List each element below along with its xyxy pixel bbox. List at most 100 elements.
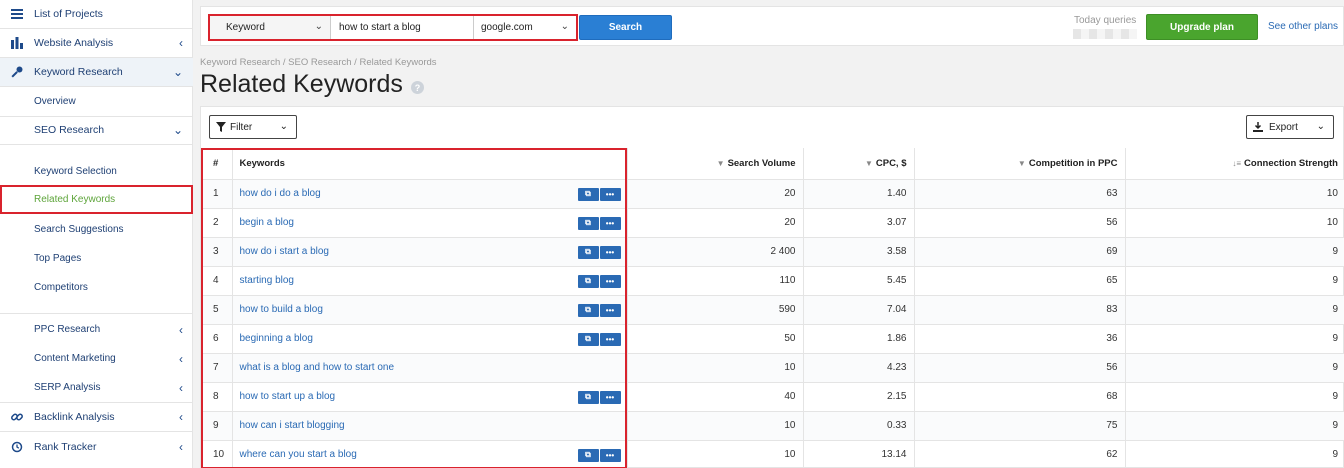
sidebar-item-label: Content Marketing — [34, 353, 116, 364]
cpc-cell: 1.40 — [803, 179, 915, 209]
sort-desc-icon: ▼ — [864, 158, 873, 168]
compare-icon[interactable]: ⧉ — [577, 303, 599, 317]
sidebar-item-seo-research[interactable]: SEO Research ⌄ — [0, 116, 193, 145]
compare-icon[interactable]: ⧉ — [577, 245, 599, 259]
column-header-number: # — [201, 148, 233, 180]
search-type-select[interactable]: Keyword ⌄ — [210, 16, 331, 39]
competition-cell: 69 — [914, 237, 1126, 267]
more-options-icon[interactable]: ••• — [599, 187, 621, 201]
row-number: 10 — [201, 440, 233, 468]
column-header-keywords[interactable]: Keywords — [232, 148, 628, 180]
keyword-cell: how to start up a blog ⧉ ••• — [232, 382, 628, 412]
competition-cell: 65 — [914, 266, 1126, 296]
keyword-link[interactable]: begin a blog — [240, 217, 295, 228]
column-header-competition[interactable]: ▼ Competition in PPC — [914, 148, 1126, 180]
keyword-cell: what is a blog and how to start one — [232, 353, 628, 383]
competition-cell: 75 — [914, 411, 1126, 441]
more-options-icon[interactable]: ••• — [599, 216, 621, 230]
search-volume-cell: 50 — [627, 324, 804, 354]
sidebar-item-keyword-selection[interactable]: Keyword Selection — [0, 157, 193, 186]
column-header-search-volume[interactable]: ▼ Search Volume — [627, 148, 804, 180]
table-row: 10 where can you start a blog ⧉ ••• 10 13.14 6… — [201, 440, 1344, 468]
keyword-cell: how do i do a blog ⧉ ••• — [232, 179, 628, 209]
link-icon — [10, 410, 24, 424]
cpc-cell: 0.33 — [803, 411, 915, 441]
see-other-plans-link[interactable]: See other plans — [1268, 21, 1338, 32]
connection-strength-cell: 10 — [1125, 179, 1344, 209]
keyword-cell: how do i start a blog ⧉ ••• — [232, 237, 628, 267]
sidebar: List of Projects Website Analysis ‹ Keyw… — [0, 0, 193, 468]
chevron-left-icon: ‹ — [179, 410, 183, 424]
keyword-cell: begin a blog ⧉ ••• — [232, 208, 628, 238]
row-number: 5 — [201, 295, 233, 325]
row-number: 1 — [201, 179, 233, 209]
column-header-cpc[interactable]: ▼ CPC, $ — [803, 148, 915, 180]
sidebar-item-label: Keyword Selection — [34, 166, 117, 177]
search-button[interactable]: Search — [579, 15, 672, 40]
compare-icon[interactable]: ⧉ — [577, 332, 599, 346]
keyword-link[interactable]: what is a blog and how to start one — [240, 362, 395, 373]
sidebar-item-list-of-projects[interactable]: List of Projects — [0, 0, 193, 29]
upgrade-plan-button[interactable]: Upgrade plan — [1146, 14, 1258, 40]
sidebar-item-label: Top Pages — [34, 253, 82, 264]
help-icon[interactable]: ? — [411, 81, 424, 94]
search-volume-cell: 20 — [627, 179, 804, 209]
row-actions: ⧉ ••• — [577, 390, 621, 404]
sidebar-item-backlink-analysis[interactable]: Backlink Analysis ‹ — [0, 403, 193, 432]
sidebar-item-serp-analysis[interactable]: SERP Analysis ‹ — [0, 373, 193, 402]
export-label: Export — [1269, 121, 1298, 133]
compare-icon[interactable]: ⧉ — [577, 448, 599, 462]
sidebar-item-website-analysis[interactable]: Website Analysis ‹ — [0, 29, 193, 58]
table-row: 8 how to start up a blog ⧉ ••• 40 2.15 68 9 — [201, 382, 1344, 412]
sidebar-item-overview[interactable]: Overview — [0, 87, 193, 116]
sidebar-item-label: Website Analysis — [34, 37, 114, 49]
sidebar-item-search-suggestions[interactable]: Search Suggestions — [0, 215, 193, 244]
filter-button[interactable]: Filter ⌄ — [209, 115, 297, 139]
keyword-link[interactable]: starting blog — [240, 275, 294, 286]
row-number: 9 — [201, 411, 233, 441]
table-row: 1 how do i do a blog ⧉ ••• 20 1.40 63 10 — [201, 179, 1344, 209]
cpc-cell: 2.15 — [803, 382, 915, 412]
compare-icon[interactable]: ⧉ — [577, 274, 599, 288]
more-options-icon[interactable]: ••• — [599, 390, 621, 404]
compare-icon[interactable]: ⧉ — [577, 390, 599, 404]
compare-icon[interactable]: ⧉ — [577, 216, 599, 230]
sidebar-item-keyword-research[interactable]: Keyword Research ⌄ — [0, 58, 193, 87]
more-options-icon[interactable]: ••• — [599, 332, 621, 346]
more-options-icon[interactable]: ••• — [599, 448, 621, 462]
keyword-cell: beginning a blog ⧉ ••• — [232, 324, 628, 354]
row-actions: ⧉ ••• — [577, 216, 621, 230]
row-number: 6 — [201, 324, 233, 354]
more-options-icon[interactable]: ••• — [599, 245, 621, 259]
results-panel: Filter ⌄ Export ⌄ # Keywords ▼ Search Vol… — [200, 106, 1344, 468]
keyword-link[interactable]: how to build a blog — [240, 304, 323, 315]
keyword-link[interactable]: beginning a blog — [240, 333, 313, 344]
sidebar-item-label: SEO Research — [34, 124, 105, 136]
filter-icon — [216, 122, 226, 132]
row-actions: ⧉ ••• — [577, 303, 621, 317]
sidebar-item-competitors[interactable]: Competitors — [0, 273, 193, 302]
export-button[interactable]: Export ⌄ — [1246, 115, 1334, 139]
search-volume-cell: 590 — [627, 295, 804, 325]
sidebar-item-top-pages[interactable]: Top Pages — [0, 244, 193, 273]
chevron-left-icon: ‹ — [179, 351, 183, 366]
more-options-icon[interactable]: ••• — [599, 303, 621, 317]
keyword-link[interactable]: where can you start a blog — [240, 449, 357, 460]
sidebar-item-ppc-research[interactable]: PPC Research ‹ — [0, 315, 193, 344]
compare-icon[interactable]: ⧉ — [577, 187, 599, 201]
search-input[interactable] — [331, 16, 474, 39]
sidebar-item-rank-tracker[interactable]: Rank Tracker ‹ — [0, 432, 193, 461]
more-options-icon[interactable]: ••• — [599, 274, 621, 288]
keyword-link[interactable]: how do i start a blog — [240, 246, 330, 257]
search-engine-select[interactable]: google.com ⌄ — [474, 16, 576, 39]
keyword-link[interactable]: how can i start blogging — [240, 420, 345, 431]
keyword-link[interactable]: how do i do a blog — [240, 188, 321, 199]
sidebar-item-content-marketing[interactable]: Content Marketing ‹ — [0, 344, 193, 373]
table-row: 7 what is a blog and how to start one 10 4.… — [201, 353, 1344, 383]
sidebar-item-related-keywords[interactable]: Related Keywords — [0, 185, 193, 214]
divider — [0, 313, 193, 314]
keyword-link[interactable]: how to start up a blog — [240, 391, 336, 402]
column-header-connection-strength[interactable]: ↓≡ Connection Strength — [1125, 148, 1344, 180]
sidebar-item-label: Rank Tracker — [34, 440, 97, 453]
download-icon — [1253, 122, 1263, 132]
